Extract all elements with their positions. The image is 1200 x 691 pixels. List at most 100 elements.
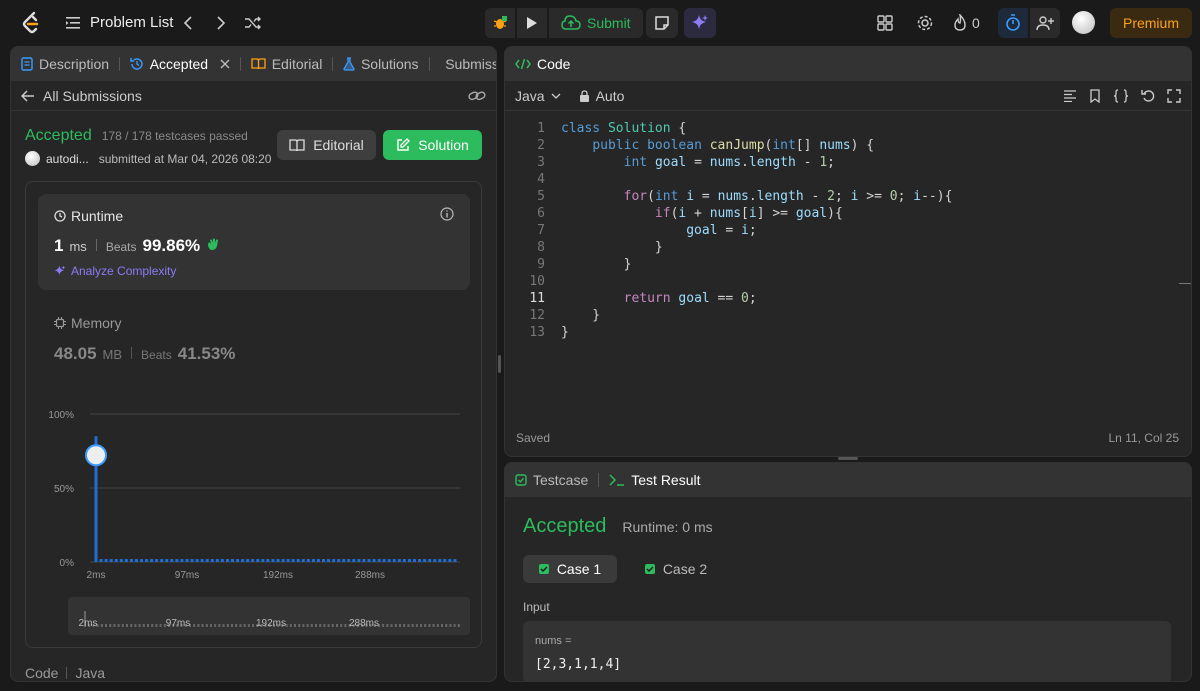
braces-icon[interactable] (1113, 88, 1129, 103)
memory-value: 48.05 (54, 344, 97, 363)
flask-icon (343, 57, 355, 71)
distribution-bar (190, 559, 194, 562)
overview-bar (420, 624, 422, 627)
info-icon[interactable] (440, 207, 454, 221)
avatar[interactable] (1072, 11, 1095, 34)
accepted-status: Accepted (25, 127, 92, 144)
book-icon (251, 58, 266, 70)
distribution-bar (392, 559, 396, 562)
reset-icon[interactable] (1141, 89, 1155, 103)
case-2-tab[interactable]: Case 2 (629, 555, 723, 583)
chevron-down-icon[interactable] (551, 93, 561, 99)
memory-value-row[interactable]: 48.05 MB Beats 41.53% (54, 344, 235, 364)
notes-button[interactable] (646, 8, 678, 38)
fullscreen-icon[interactable] (1167, 88, 1181, 103)
overview-bar (121, 624, 124, 627)
auto-mode-label[interactable]: Auto (596, 88, 625, 104)
input-label: Input (523, 600, 550, 614)
distribution-bar (342, 559, 346, 562)
shuffle-icon[interactable] (242, 13, 264, 33)
document-icon (21, 57, 33, 71)
runtime-value-row: 1 ms Beats 99.86% (54, 236, 220, 256)
runtime-card[interactable]: Runtime 1 ms Beats 99.86% Analyze Comple… (38, 194, 470, 290)
arrow-left-icon[interactable] (21, 89, 35, 102)
problem-list-link[interactable]: Problem List (90, 14, 173, 31)
distribution-bar (413, 559, 416, 562)
overview-bar (134, 624, 137, 627)
distribution-bar (124, 559, 128, 562)
tab-solutions[interactable]: Solutions (333, 47, 429, 81)
distribution-bar (155, 559, 159, 562)
check-icon (538, 564, 549, 574)
overview-bar (289, 624, 292, 627)
premium-button[interactable]: Premium (1110, 8, 1192, 38)
user-avatar[interactable] (25, 151, 40, 166)
overview-bar (390, 624, 393, 627)
leetcode-logo-icon[interactable] (20, 11, 42, 35)
username[interactable]: autodi... (46, 152, 89, 166)
line-number: 7 (537, 223, 545, 238)
x-tick-label: 97ms (175, 570, 199, 581)
prev-problem-icon[interactable] (178, 13, 198, 33)
tab-accepted-label: Accepted (149, 56, 209, 72)
tab-submissions[interactable]: Submissions (429, 47, 496, 81)
share-link-icon[interactable] (468, 89, 486, 103)
analyze-complexity-link[interactable]: Analyze Complexity (54, 264, 176, 278)
distribution-bar (236, 559, 240, 562)
runtime-distribution-chart[interactable]: 100% 50% 0% 2ms 97ms 192ms 288ms (26, 402, 483, 582)
x-tick-label: 2ms (87, 570, 106, 581)
overview-bar (218, 624, 221, 627)
vertical-splitter-handle[interactable] (498, 355, 501, 373)
distribution-bar (246, 559, 250, 562)
horizontal-splitter-handle[interactable] (838, 457, 858, 460)
submit-button[interactable]: Submit (549, 8, 643, 38)
layout-icon[interactable] (877, 8, 893, 38)
overview-bar (151, 624, 154, 627)
overview-bar (222, 624, 225, 627)
overview-bar (428, 624, 431, 627)
timer-button[interactable] (998, 8, 1028, 38)
line-number: 6 (537, 206, 545, 221)
scrollbar-marker (1179, 283, 1191, 284)
next-problem-icon[interactable] (211, 13, 231, 33)
solution-button[interactable]: Solution (383, 130, 482, 160)
streak-counter[interactable]: 0 (953, 8, 980, 38)
line-number: 9 (537, 257, 545, 272)
overview-bar (214, 624, 217, 627)
case-1-tab[interactable]: Case 1 (523, 555, 617, 583)
run-button[interactable] (517, 8, 547, 38)
tab-accepted[interactable]: Accepted (120, 47, 240, 81)
debug-button[interactable] (485, 8, 515, 38)
tab-testcase[interactable]: Testcase (505, 463, 598, 497)
format-lines-icon[interactable] (1063, 89, 1077, 102)
overview-bar (394, 624, 397, 627)
editor-tab-bar: Code (505, 47, 1191, 81)
distribution-bar (443, 559, 447, 562)
invite-user-button[interactable] (1030, 8, 1060, 38)
bookmark-icon[interactable] (1089, 88, 1101, 103)
input-box[interactable]: nums = [2,3,1,1,4] (523, 621, 1171, 681)
y-tick-label: 100% (48, 410, 74, 421)
tab-code[interactable]: Code (505, 47, 580, 81)
editor-actions (1063, 88, 1181, 103)
close-icon[interactable] (220, 59, 230, 69)
tab-test-result[interactable]: Test Result (599, 463, 710, 497)
tab-editorial[interactable]: Editorial (241, 47, 333, 81)
editorial-button[interactable]: Editorial (277, 130, 376, 160)
tab-description[interactable]: Description (11, 47, 119, 81)
memory-title-row[interactable]: Memory (54, 315, 122, 331)
line-number: 8 (537, 240, 545, 255)
checkbox-icon (515, 474, 527, 486)
problem-list-icon[interactable] (66, 16, 80, 30)
add-user-icon (1036, 16, 1054, 31)
distribution-bar (200, 559, 204, 562)
distribution-bar (271, 559, 275, 562)
range-slider[interactable]: 2ms 97ms 192ms 288ms (68, 597, 470, 635)
check-icon (644, 564, 655, 574)
ai-assist-button[interactable] (684, 8, 716, 38)
distribution-bar (261, 559, 265, 562)
language-select[interactable]: Java (515, 88, 545, 104)
tab-code-label: Code (537, 56, 571, 72)
all-submissions-link[interactable]: All Submissions (43, 88, 142, 104)
settings-gear-icon[interactable] (916, 8, 934, 38)
